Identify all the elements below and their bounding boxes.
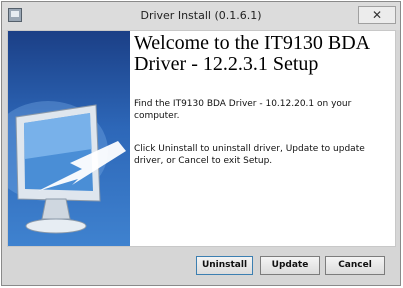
button-bar: Uninstall Update Cancel xyxy=(7,250,396,280)
welcome-heading: Welcome to the IT9130 BDA Driver - 12.2.… xyxy=(134,32,370,75)
close-button[interactable]: ✕ xyxy=(358,6,396,24)
uninstall-button[interactable]: Uninstall xyxy=(196,256,253,275)
cancel-button[interactable]: Cancel xyxy=(325,256,385,275)
installer-window: Driver Install (0.1.6.1) ✕ Welcome to th… xyxy=(1,1,401,286)
window-title: Driver Install (0.1.6.1) xyxy=(140,9,262,22)
title-bar[interactable]: Driver Install (0.1.6.1) ✕ xyxy=(2,2,400,30)
content-pane: Welcome to the IT9130 BDA Driver - 12.2.… xyxy=(7,30,396,247)
instruction-text: Click Uninstall to uninstall driver, Upd… xyxy=(134,144,365,166)
update-button[interactable]: Update xyxy=(260,256,320,275)
found-driver-message: Find the IT9130 BDA Driver - 10.12.20.1 … xyxy=(134,99,352,121)
monitor-illustration xyxy=(8,101,126,234)
side-banner xyxy=(8,31,130,246)
